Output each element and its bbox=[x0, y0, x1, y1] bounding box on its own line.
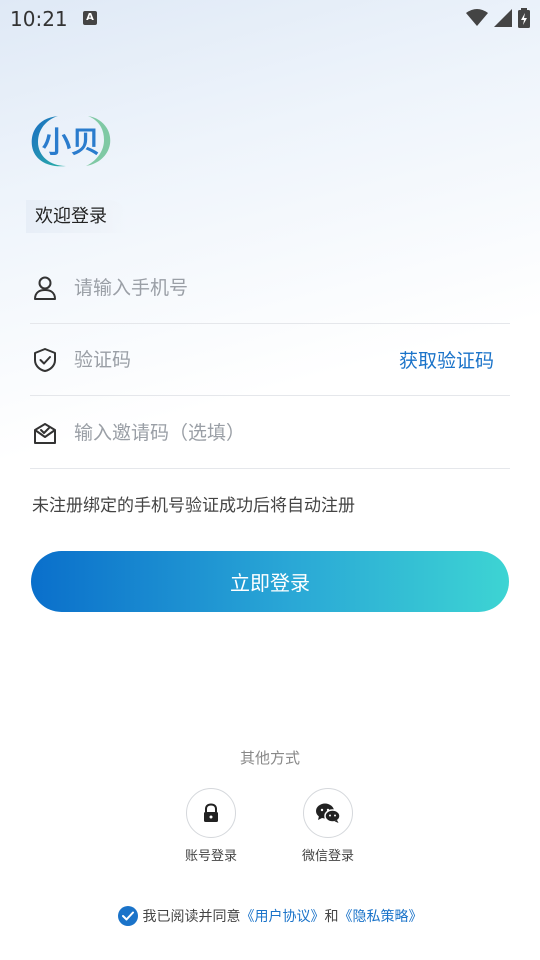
account-login-circle[interactable] bbox=[186, 788, 236, 838]
logo-text: 小贝 bbox=[42, 125, 100, 159]
shield-check-icon bbox=[34, 348, 56, 372]
user-agreement-link[interactable]: 《用户协议》 bbox=[241, 906, 325, 926]
lock-icon bbox=[204, 803, 218, 822]
login-button[interactable]: 立即登录 bbox=[31, 551, 509, 612]
agreement-prefix: 我已阅读并同意 bbox=[142, 909, 241, 925]
status-icons bbox=[466, 8, 530, 28]
agree-checkbox[interactable] bbox=[117, 906, 138, 926]
check-icon bbox=[121, 911, 134, 921]
privacy-policy-link[interactable]: 《隐私策略》 bbox=[339, 906, 423, 926]
code-input[interactable] bbox=[74, 340, 374, 380]
wifi-icon bbox=[466, 9, 488, 26]
get-code-button[interactable]: 获取验证码 bbox=[399, 346, 494, 373]
battery-icon bbox=[518, 8, 530, 28]
wechat-login-circle[interactable] bbox=[303, 788, 353, 838]
invite-mail-icon bbox=[34, 423, 56, 444]
agreement-row: 我已阅读并同意 《用户协议》 和 《隐私策略》 bbox=[0, 906, 540, 926]
code-row: 获取验证码 bbox=[30, 324, 510, 396]
status-bar: 10:21 A bbox=[0, 0, 540, 38]
phone-input[interactable] bbox=[74, 268, 374, 308]
auto-register-hint: 未注册绑定的手机号验证成功后将自动注册 bbox=[32, 496, 355, 516]
wechat-icon bbox=[316, 803, 341, 823]
status-time: 10:21 bbox=[10, 7, 68, 31]
user-icon bbox=[34, 276, 56, 300]
wechat-login-label: 微信登录 bbox=[301, 849, 354, 864]
notification-icon: A bbox=[83, 11, 97, 25]
invite-row bbox=[30, 397, 510, 469]
welcome-label: 欢迎登录 bbox=[26, 200, 127, 233]
app-logo: 小贝 bbox=[31, 116, 111, 167]
invite-code-input[interactable] bbox=[74, 413, 374, 453]
account-login-label: 账号登录 bbox=[184, 849, 237, 864]
phone-row bbox=[30, 252, 510, 324]
account-login-button[interactable]: 账号登录 bbox=[176, 788, 246, 864]
agreement-and: 和 bbox=[324, 909, 339, 925]
wechat-login-button[interactable]: 微信登录 bbox=[293, 788, 363, 864]
other-methods-title: 其他方式 bbox=[239, 749, 300, 767]
signal-icon bbox=[494, 9, 512, 27]
